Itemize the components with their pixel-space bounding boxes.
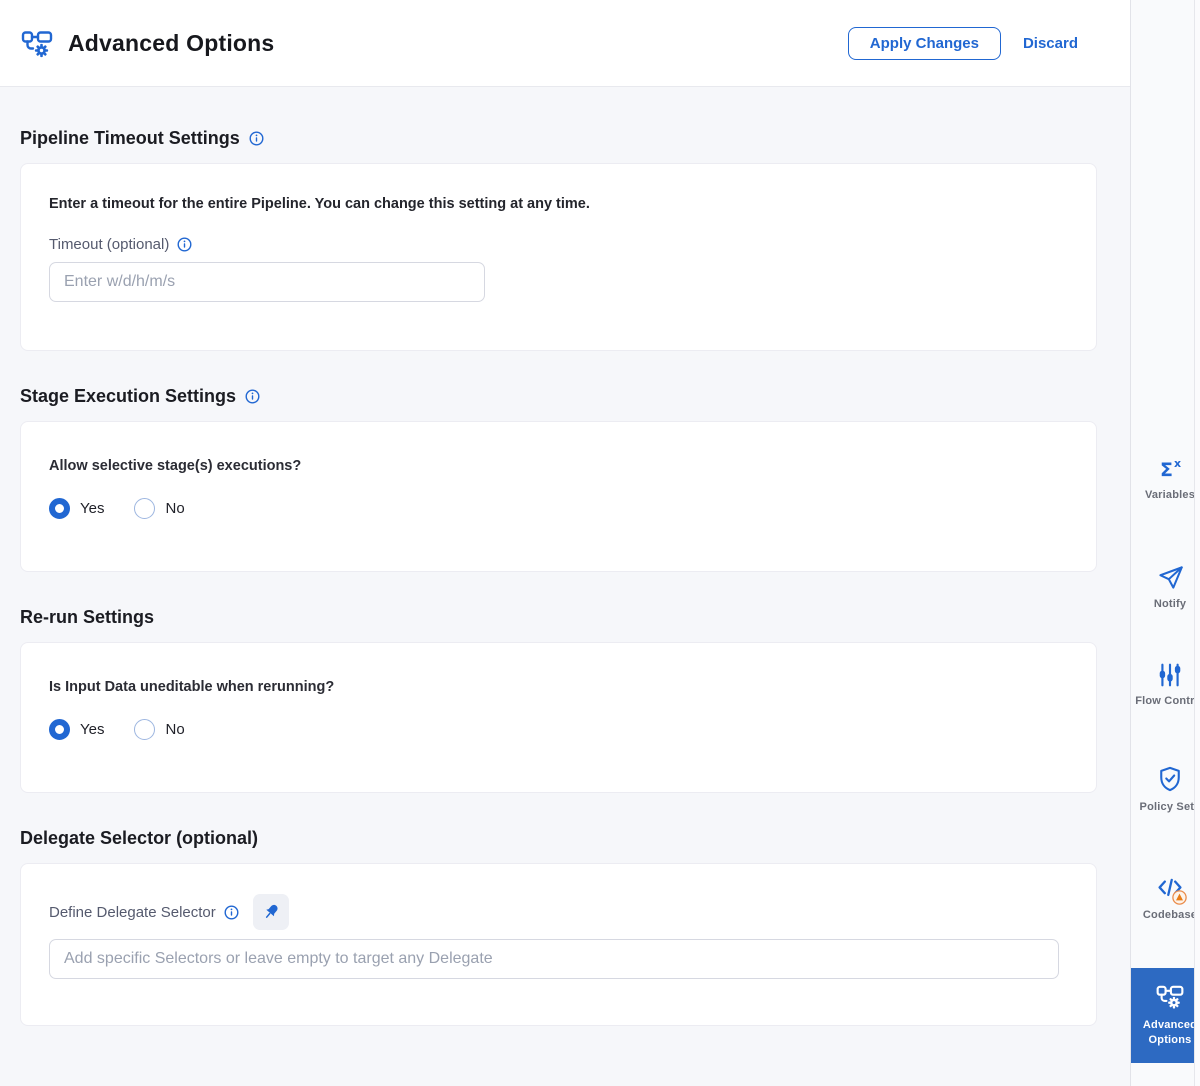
paper-plane-icon bbox=[1157, 564, 1184, 591]
section-heading-delegate: Delegate Selector (optional) bbox=[20, 827, 1097, 849]
radio-option-yes[interactable]: Yes bbox=[49, 498, 104, 519]
radio-label: No bbox=[165, 721, 184, 738]
radio-selected-icon[interactable] bbox=[49, 498, 70, 519]
sidebar-item-policy-sets[interactable]: Policy Sets bbox=[1131, 764, 1194, 815]
info-icon[interactable] bbox=[224, 905, 239, 920]
delegate-label-text: Define Delegate Selector bbox=[49, 904, 216, 921]
sidebar-item-label: Notify bbox=[1154, 597, 1186, 612]
header-actions: Apply Changes Discard bbox=[848, 27, 1078, 60]
radio-option-yes[interactable]: Yes bbox=[49, 719, 104, 740]
delegate-field-row: Define Delegate Selector bbox=[49, 894, 1068, 930]
stage-execution-card: Allow selective stage(s) executions? Yes… bbox=[20, 421, 1097, 572]
sidebar-item-label: Advanced Options bbox=[1131, 1018, 1194, 1048]
discard-button[interactable]: Discard bbox=[1023, 35, 1078, 52]
timeout-description: Enter a timeout for the entire Pipeline.… bbox=[49, 196, 1068, 212]
radio-label: Yes bbox=[80, 500, 104, 517]
sidebar-item-flow-control[interactable]: Flow Control bbox=[1131, 662, 1194, 709]
right-nav-rail: Σ x Variables Notify bbox=[1130, 0, 1194, 1086]
delegate-card: Define Delegate Selector bbox=[20, 863, 1097, 1026]
page-header: Advanced Options Apply Changes Discard bbox=[0, 0, 1130, 87]
svg-text:x: x bbox=[1174, 457, 1181, 470]
timeout-card: Enter a timeout for the entire Pipeline.… bbox=[20, 163, 1097, 351]
pin-button[interactable] bbox=[253, 894, 289, 930]
svg-text:Σ: Σ bbox=[1160, 459, 1173, 481]
radio-unselected-icon[interactable] bbox=[134, 498, 155, 519]
info-icon[interactable] bbox=[177, 237, 192, 252]
pin-icon bbox=[261, 902, 281, 922]
rerun-radio-group: Yes No bbox=[49, 719, 1068, 740]
sidebar-item-label: Policy Sets bbox=[1140, 800, 1194, 815]
stage-execution-question: Allow selective stage(s) executions? bbox=[49, 458, 1068, 474]
sidebar-item-label: Variables bbox=[1145, 488, 1194, 503]
shield-check-icon bbox=[1156, 764, 1184, 794]
stage-execution-radio-group: Yes No bbox=[49, 498, 1068, 519]
scrollbar-gutter[interactable] bbox=[1194, 0, 1200, 1086]
timeout-heading-label: Pipeline Timeout Settings bbox=[20, 127, 240, 149]
delegate-selector-input[interactable] bbox=[49, 939, 1059, 979]
section-heading-rerun: Re-run Settings bbox=[20, 606, 1097, 628]
settings-content: Pipeline Timeout Settings Enter a timeou… bbox=[0, 127, 1130, 1026]
sigma-x-icon: Σ x bbox=[1156, 456, 1184, 482]
rerun-card: Is Input Data uneditable when rerunning?… bbox=[20, 642, 1097, 793]
radio-label: No bbox=[165, 500, 184, 517]
stage-execution-heading-label: Stage Execution Settings bbox=[20, 385, 236, 407]
radio-option-no[interactable]: No bbox=[134, 719, 184, 740]
rerun-question: Is Input Data uneditable when rerunning? bbox=[49, 679, 1068, 695]
radio-label: Yes bbox=[80, 721, 104, 738]
code-warning-icon bbox=[1155, 874, 1185, 902]
radio-option-no[interactable]: No bbox=[134, 498, 184, 519]
pipeline-gear-icon bbox=[20, 28, 54, 59]
sidebar-item-codebase[interactable]: Codebase bbox=[1131, 874, 1194, 923]
main-panel: Advanced Options Apply Changes Discard P… bbox=[0, 0, 1130, 1086]
rerun-heading-label: Re-run Settings bbox=[20, 606, 154, 628]
radio-selected-icon[interactable] bbox=[49, 719, 70, 740]
delegate-heading-label: Delegate Selector (optional) bbox=[20, 827, 258, 849]
info-icon[interactable] bbox=[245, 389, 260, 404]
page-title: Advanced Options bbox=[68, 30, 274, 57]
sidebar-item-variables[interactable]: Σ x Variables bbox=[1131, 456, 1194, 503]
section-heading-timeout: Pipeline Timeout Settings bbox=[20, 127, 1097, 149]
sidebar-item-notify[interactable]: Notify bbox=[1131, 564, 1194, 612]
sidebar-item-label: Flow Control bbox=[1135, 694, 1194, 709]
timeout-field-label: Timeout (optional) bbox=[49, 236, 1068, 253]
timeout-input[interactable] bbox=[49, 262, 485, 302]
apply-changes-button[interactable]: Apply Changes bbox=[848, 27, 1001, 60]
sidebar-item-advanced-options[interactable]: Advanced Options bbox=[1131, 968, 1194, 1063]
sidebar-item-label: Codebase bbox=[1143, 908, 1194, 923]
delegate-field-label: Define Delegate Selector bbox=[49, 904, 239, 921]
timeout-label-text: Timeout (optional) bbox=[49, 236, 169, 253]
radio-unselected-icon[interactable] bbox=[134, 719, 155, 740]
info-icon[interactable] bbox=[249, 131, 264, 146]
section-heading-stage-execution: Stage Execution Settings bbox=[20, 385, 1097, 407]
sliders-icon bbox=[1157, 662, 1183, 688]
pipeline-gear-icon bbox=[1155, 983, 1185, 1010]
